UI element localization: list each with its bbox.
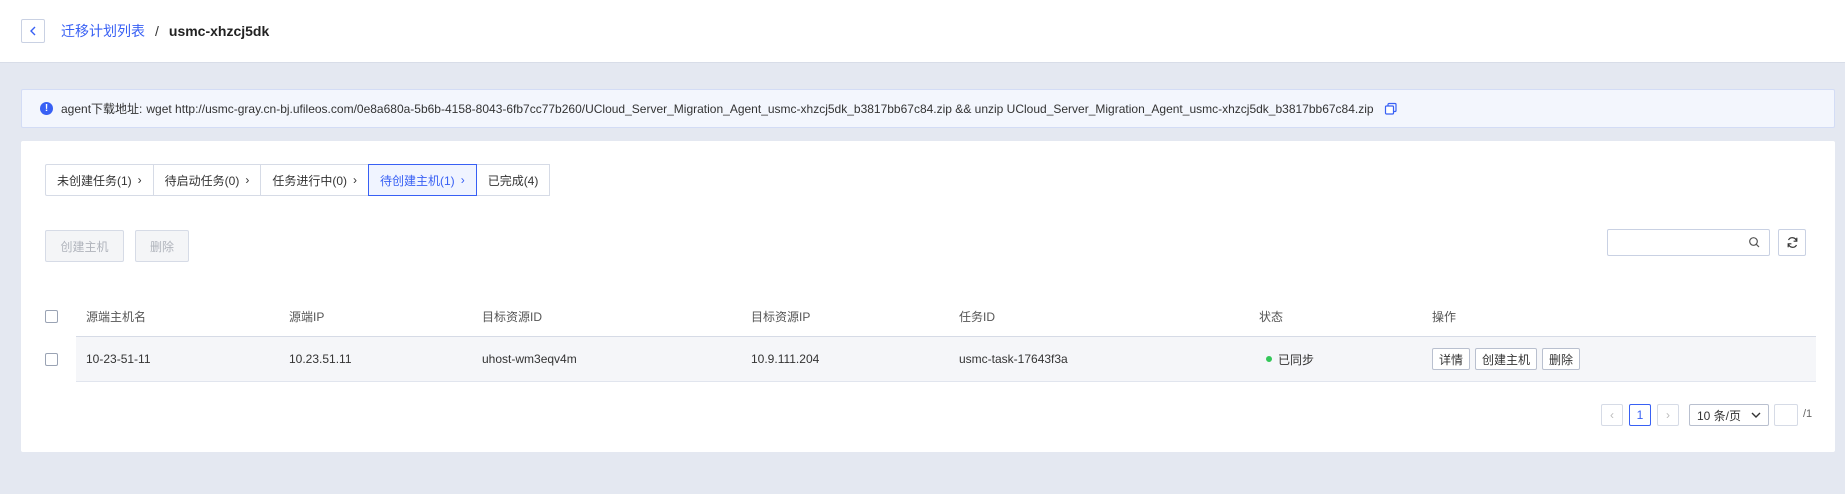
row-delete-button[interactable]: 删除	[1542, 348, 1581, 370]
column-header: 状态	[1259, 310, 1284, 324]
chevron-down-icon	[1751, 412, 1761, 418]
search-icon[interactable]	[1748, 236, 1761, 249]
tab-pending-host[interactable]: 待创建主机(1) ›	[368, 164, 477, 196]
delete-button[interactable]: 删除	[135, 230, 189, 262]
column-header: 源端主机名	[86, 310, 147, 324]
hosts-table: 源端主机名 源端IP 目标资源ID 目标资源IP 任务ID 状态 操作 10-2…	[45, 297, 1835, 382]
chevron-right-icon: ›	[1666, 408, 1670, 422]
actions-cell: 详情 创建主机 删除	[1432, 337, 1585, 381]
chevron-left-icon: ‹	[1610, 408, 1614, 422]
search-box	[1607, 229, 1770, 256]
select-all-checkbox[interactable]	[45, 310, 58, 323]
page-header: 迁移计划列表 / usmc-xhzcj5dk	[0, 0, 1845, 63]
column-header: 源端IP	[289, 310, 325, 324]
breadcrumb-link[interactable]: 迁移计划列表	[61, 21, 145, 41]
chevron-left-icon	[30, 26, 36, 36]
page-size-select[interactable]: 10 条/页	[1689, 404, 1769, 426]
chevron-right-icon: ›	[460, 173, 465, 187]
create-host-button[interactable]: 创建主机	[45, 230, 124, 262]
row-checkbox[interactable]	[45, 353, 58, 366]
refresh-icon	[1787, 237, 1797, 248]
page-title: usmc-xhzcj5dk	[168, 23, 270, 39]
notice-command: wget http://usmc-gray.cn-bj.ufileos.com/…	[146, 101, 1374, 116]
chevron-right-icon: ›	[245, 173, 250, 187]
table-row: 10-23-51-11 10.23.51.11 uhost-wm3eqv4m 1…	[76, 337, 1816, 382]
copy-icon[interactable]	[1384, 102, 1398, 116]
column-header: 目标资源ID	[482, 310, 543, 324]
total-pages: /1	[1803, 408, 1813, 420]
column-header: 操作	[1432, 310, 1457, 324]
status-cell: 已同步	[1266, 337, 1314, 381]
back-button[interactable]	[21, 19, 45, 43]
agent-download-notice: ! agent下载地址: wget http://usmc-gray.cn-bj…	[21, 89, 1835, 128]
task-id-cell: usmc-task-17643f3a	[959, 352, 1068, 366]
tab-completed[interactable]: 已完成(4)	[475, 164, 551, 196]
table-header: 源端主机名 源端IP 目标资源ID 目标资源IP 任务ID 状态 操作	[76, 297, 1816, 337]
target-ip-cell: 10.9.111.204	[751, 352, 820, 366]
status-text: 已同步	[1278, 352, 1315, 367]
refresh-button[interactable]	[1778, 229, 1806, 256]
chevron-right-icon: ›	[353, 173, 358, 187]
prev-page-button[interactable]: ‹	[1601, 404, 1623, 426]
page-jump-input[interactable]	[1774, 404, 1798, 426]
source-ip-cell: 10.23.51.11	[289, 352, 352, 366]
chevron-right-icon: ›	[137, 173, 142, 187]
tab-in-progress[interactable]: 任务进行中(0) ›	[260, 164, 370, 196]
info-icon: !	[40, 102, 53, 115]
column-header: 目标资源IP	[751, 310, 811, 324]
row-create-host-button[interactable]: 创建主机	[1475, 348, 1538, 370]
next-page-button[interactable]: ›	[1657, 404, 1679, 426]
details-button[interactable]: 详情	[1432, 348, 1471, 370]
notice-label: agent下载地址:	[61, 102, 143, 116]
hostname-cell: 10-23-51-11	[86, 352, 151, 366]
search-input[interactable]	[1608, 230, 1748, 255]
tab-not-created[interactable]: 未创建任务(1) ›	[45, 164, 154, 196]
column-header: 任务ID	[959, 310, 996, 324]
status-tabs: 未创建任务(1) › 待启动任务(0) › 任务进行中(0) › 待创建主机(1) › …	[45, 164, 551, 196]
breadcrumb-separator: /	[155, 23, 159, 39]
tab-pending-start[interactable]: 待启动任务(0) ›	[152, 164, 262, 196]
status-dot-icon	[1266, 356, 1272, 362]
page-number[interactable]: 1	[1629, 404, 1651, 426]
target-id-cell: uhost-wm3eqv4m	[482, 352, 577, 366]
content-panel: 未创建任务(1) › 待启动任务(0) › 任务进行中(0) › 待创建主机(1) › …	[21, 141, 1835, 452]
pagination: ‹ 1 › 10 条/页 /1	[21, 404, 1835, 428]
